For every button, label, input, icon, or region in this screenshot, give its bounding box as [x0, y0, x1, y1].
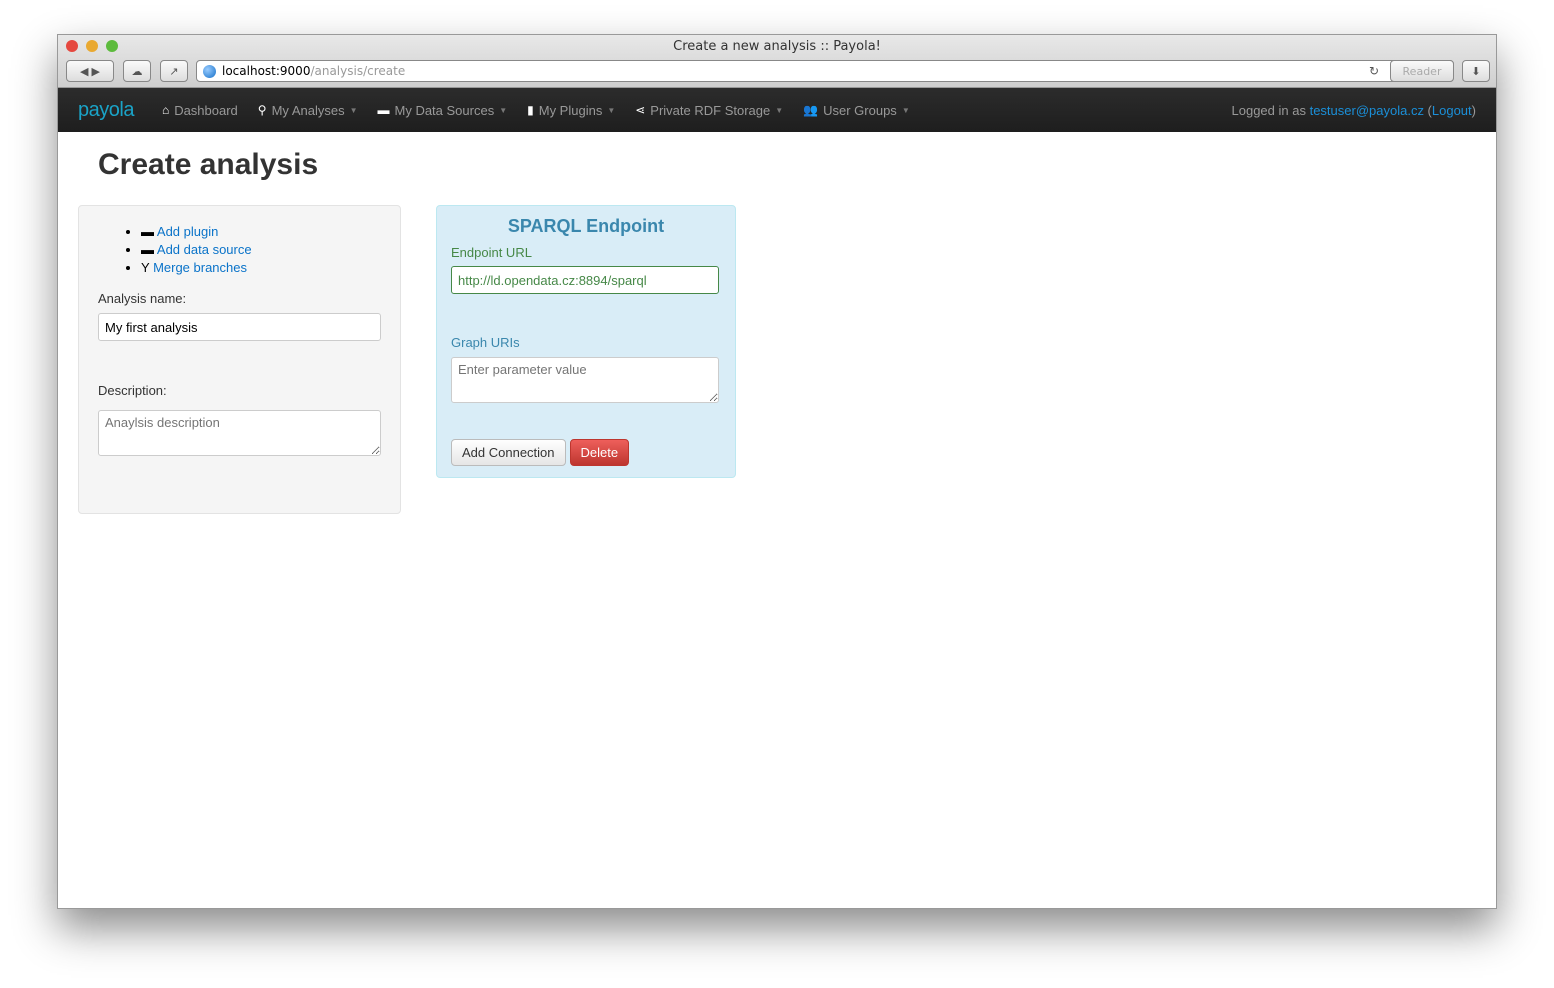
list-item: Y Merge branches — [141, 259, 381, 277]
endpoint-url-input[interactable] — [451, 266, 719, 294]
plugin-actions: Add Connection Delete — [451, 439, 721, 466]
login-prefix: Logged in as — [1231, 102, 1310, 118]
nav-private-rdf-storage[interactable]: ⋖ Private RDF Storage ▼ — [635, 103, 783, 118]
delete-button[interactable]: Delete — [569, 439, 630, 466]
nav-user-groups[interactable]: 👥 User Groups ▼ — [803, 103, 910, 118]
logo[interactable]: payola — [78, 99, 134, 122]
downloads-button[interactable]: ⬇ — [1462, 60, 1490, 82]
nav-my-analyses[interactable]: ⚲ My Analyses ▼ — [258, 103, 358, 118]
globe-icon — [203, 64, 216, 78]
action-list: ▬ Add plugin ▬ Add data source Y Merge b… — [98, 223, 381, 277]
title-bar: Create a new analysis :: Payola! ◀ ▶ ☁ ↗… — [58, 35, 1496, 88]
plugin-title: SPARQL Endpoint — [507, 216, 665, 236]
graph-uris-label: Graph URIs — [451, 335, 520, 350]
endpoint-url-label: Endpoint URL — [451, 245, 532, 260]
user-link[interactable]: testuser@payola.cz — [1310, 103, 1424, 118]
address-bar[interactable]: localhost:9000/analysis/create ↻ Reader — [196, 60, 1454, 82]
nav-my-plugins[interactable]: ▮ My Plugins ▼ — [527, 103, 615, 118]
share-icon[interactable]: ↗ — [160, 60, 188, 82]
browser-window: Create a new analysis :: Payola! ◀ ▶ ☁ ↗… — [57, 34, 1497, 909]
home-icon: ⌂ — [161, 103, 170, 117]
caret-icon: ▼ — [349, 105, 358, 115]
caret-icon: ▼ — [901, 105, 910, 115]
nav-label: User Groups — [823, 102, 897, 118]
hdd-icon: ▬ — [141, 224, 154, 239]
nav-dashboard[interactable]: ⌂ Dashboard — [162, 103, 238, 118]
add-data-source-link[interactable]: Add data source — [157, 242, 252, 257]
share-icon: ⋖ — [635, 103, 646, 117]
cloud-icon[interactable]: ☁ — [123, 60, 151, 82]
file-icon: ▮ — [527, 103, 534, 117]
analysis-name-input[interactable] — [98, 313, 381, 341]
add-connection-button[interactable]: Add Connection — [451, 439, 566, 466]
window-title: Create a new analysis :: Payola! — [673, 39, 881, 54]
filter-icon: Y — [141, 260, 150, 275]
nav-label: Private RDF Storage — [650, 102, 771, 118]
analysis-form: ▬ Add plugin ▬ Add data source Y Merge b… — [78, 205, 401, 514]
description-label: Description: — [98, 383, 167, 398]
caret-icon: ▼ — [607, 105, 616, 115]
navbar: payola ⌂ Dashboard ⚲ My Analyses ▼ ▬ My Data… — [58, 88, 1496, 132]
graph-uris-input[interactable] — [451, 357, 719, 403]
back-forward-button[interactable]: ◀ ▶ — [66, 60, 114, 82]
url-host: localhost:9000 — [222, 64, 311, 78]
hdd-icon: ▬ — [377, 103, 390, 117]
nav-label: My Data Sources — [394, 102, 495, 118]
reload-icon[interactable]: ↻ — [1369, 64, 1379, 78]
caret-icon: ▼ — [775, 105, 784, 115]
logout-link[interactable]: Logout — [1432, 103, 1472, 118]
sparql-endpoint-plugin: SPARQL Endpoint Endpoint URL Graph URIs … — [436, 205, 736, 478]
nav-label: Dashboard — [174, 102, 238, 118]
analysis-name-label: Analysis name: — [98, 291, 187, 306]
reader-button[interactable]: Reader — [1390, 60, 1454, 82]
search-icon: ⚲ — [257, 103, 267, 117]
page-title: Create analysis — [98, 148, 319, 181]
caret-icon: ▼ — [499, 105, 508, 115]
list-item: ▬ Add plugin — [141, 223, 381, 241]
add-plugin-link[interactable]: Add plugin — [157, 224, 218, 239]
nav-label: My Analyses — [271, 102, 345, 118]
users-icon: 👥 — [803, 103, 819, 117]
description-input[interactable] — [98, 410, 381, 456]
merge-branches-link[interactable]: Merge branches — [153, 260, 247, 275]
hdd-icon: ▬ — [141, 242, 154, 257]
nav-label: My Plugins — [538, 102, 603, 118]
url-path: /analysis/create — [310, 64, 406, 78]
nav-my-data-sources[interactable]: ▬ My Data Sources ▼ — [378, 103, 508, 118]
login-info: Logged in as testuser@payola.cz (Logout) — [1231, 102, 1477, 118]
list-item: ▬ Add data source — [141, 241, 381, 259]
